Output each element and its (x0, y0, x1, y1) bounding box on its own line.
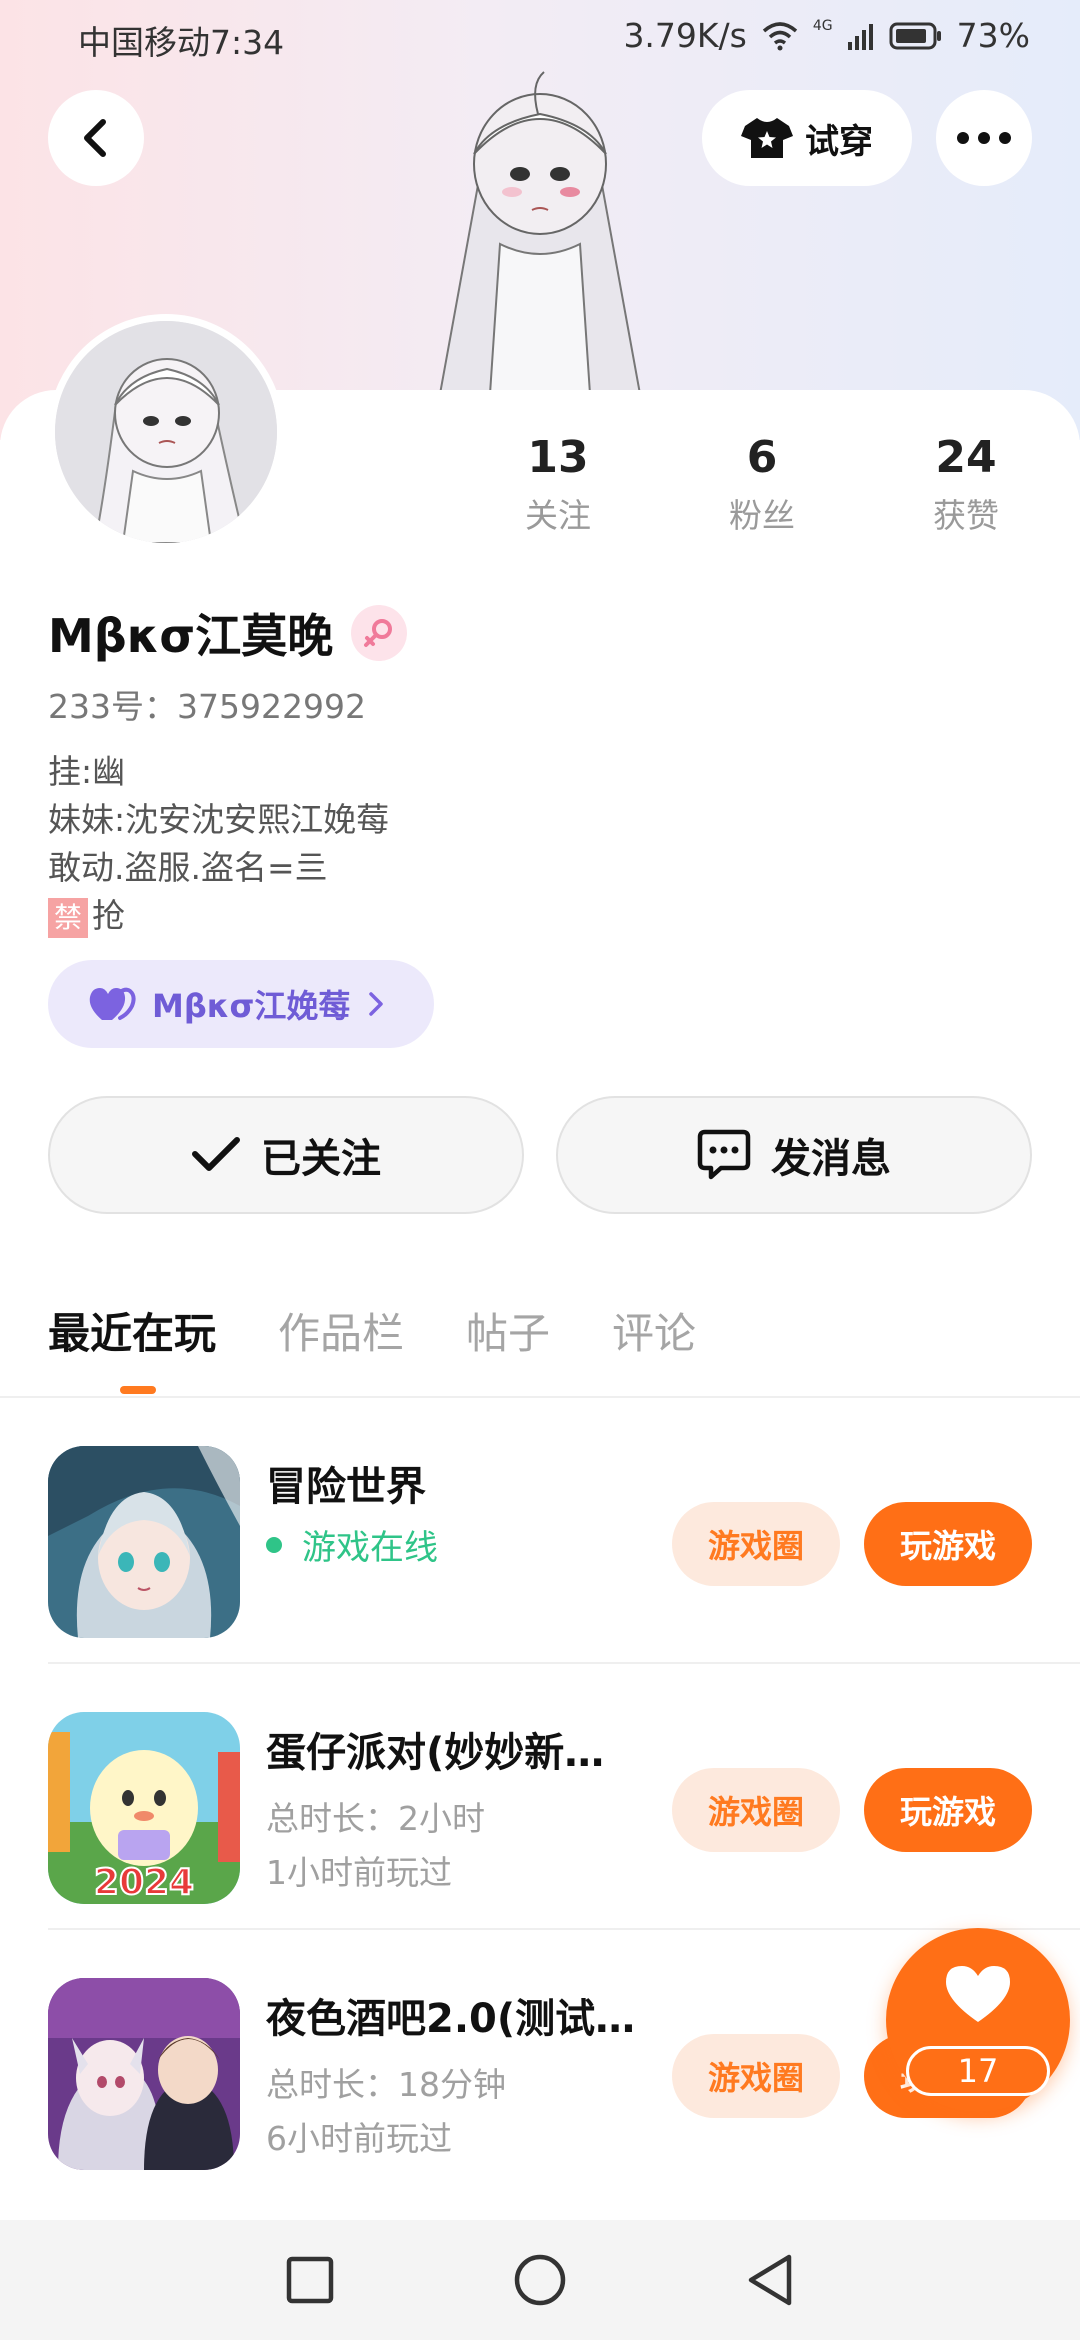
signal-icon (847, 23, 873, 50)
game-title: 冒险世界 (266, 1464, 426, 1510)
circle-icon (514, 2254, 566, 2306)
stat-followers[interactable]: 6 粉丝 (682, 432, 842, 537)
play-game-button[interactable]: 玩游戏 (864, 1502, 1032, 1586)
more-dots-icon (957, 132, 1011, 144)
bio: 挂:幽 妹妹:沈安沈安熙江娩莓 敢动.盗服.盗名=亖 禁抢 (48, 748, 389, 940)
heart-icon (946, 1966, 1010, 2022)
like-count: 17 (906, 2046, 1050, 2096)
linked-user-name: Mβκσ江娩莓 (152, 987, 351, 1025)
following-label: 关注 (525, 496, 591, 535)
network-type: 4G (812, 17, 833, 34)
status-bar-right: 3.79K/s 4G 73% (623, 16, 1030, 55)
bio-line: 禁抢 (48, 892, 389, 940)
play-duration: 总时长：18分钟 (266, 2065, 506, 2104)
system-nav-bar (0, 2220, 1080, 2340)
avatar[interactable] (48, 314, 284, 550)
online-dot-icon (266, 1536, 282, 1553)
user-id: 233号：375922992 (48, 687, 366, 726)
tab-active-indicator (120, 1386, 156, 1394)
game-title: 夜色酒吧2.0(测试… (266, 1996, 636, 2042)
linked-user-chip[interactable]: Mβκσ江娩莓 (48, 960, 434, 1048)
online-status: 游戏在线 (266, 1520, 438, 1569)
play-duration: 总时长：2小时 (266, 1799, 485, 1838)
check-icon (192, 1137, 240, 1171)
play-game-button[interactable]: 玩游戏 (864, 1768, 1032, 1852)
icon-badge-text: 2024 (94, 1862, 194, 1903)
likes-count: 24 (935, 432, 997, 483)
last-played: 6小时前玩过 (266, 2119, 452, 2158)
tshirt-icon (741, 118, 793, 158)
chevron-right-icon (369, 992, 384, 1016)
followers-count: 6 (746, 432, 778, 483)
wifi-icon (762, 21, 798, 50)
game-icon (48, 1978, 240, 2170)
status-bar: 中国移动7:34 3.79K/s 4G 73% (0, 0, 1080, 74)
game-icon: 2024 (48, 1712, 240, 1904)
followers-label: 粉丝 (729, 496, 795, 535)
carrier-time: 中国移动7:34 (78, 23, 285, 62)
username-row: Mβκσ江莫晚 (48, 600, 408, 666)
battery-icon (889, 22, 941, 49)
back-button[interactable] (48, 90, 144, 186)
chevron-left-icon (84, 119, 106, 157)
game-row[interactable]: 2024 蛋仔派对(妙妙新… 总时长：2小时 1小时前玩过 游戏圈 玩游戏 (0, 1664, 1080, 1930)
triangle-back-icon (748, 2254, 792, 2306)
game-row[interactable]: 冒险世界 游戏在线 游戏圈 玩游戏 (0, 1398, 1080, 1664)
username: Mβκσ江莫晚 (48, 609, 334, 663)
stat-likes[interactable]: 24 获赞 (886, 432, 1046, 537)
likes-label: 获赞 (933, 496, 999, 535)
game-circle-button[interactable]: 游戏圈 (672, 1768, 840, 1852)
home-button[interactable] (510, 2250, 570, 2310)
square-icon (286, 2256, 334, 2304)
tab-works[interactable]: 作品栏 (278, 1300, 404, 1360)
tab-recently-played[interactable]: 最近在玩 (48, 1300, 216, 1360)
avatar-character-icon (55, 321, 277, 543)
bio-line-text: 抢 (92, 896, 125, 935)
try-on-button[interactable]: 试穿 (702, 90, 912, 186)
message-label: 发消息 (771, 1136, 891, 1182)
tab-posts[interactable]: 帖子 (466, 1300, 550, 1360)
online-status-text: 游戏在线 (302, 1528, 438, 1568)
message-button[interactable]: 发消息 (556, 1096, 1032, 1214)
recents-button[interactable] (280, 2250, 340, 2310)
female-icon (351, 605, 408, 661)
following-count: 13 (527, 432, 589, 483)
follow-label: 已关注 (261, 1136, 381, 1182)
bio-line: 挂:幽 (48, 752, 126, 791)
bio-line: 妹妹:沈安沈安熙江娩莓 (48, 800, 390, 839)
game-circle-button[interactable]: 游戏圈 (672, 2034, 840, 2118)
battery-percent: 73% (956, 16, 1030, 55)
avatar-image (55, 321, 277, 543)
heart-pair-icon (89, 987, 136, 1020)
game-icon (48, 1446, 240, 1638)
ban-tag: 禁 (48, 897, 88, 938)
game-circle-button[interactable]: 游戏圈 (672, 1502, 840, 1586)
tab-comments[interactable]: 评论 (612, 1300, 696, 1360)
follow-button[interactable]: 已关注 (48, 1096, 524, 1214)
more-button[interactable] (936, 90, 1032, 186)
back-nav-button[interactable] (740, 2250, 800, 2310)
profile-tabs: 最近在玩 作品栏 帖子 评论 (48, 1300, 696, 1360)
network-speed: 3.79K/s (623, 16, 747, 55)
avatar-character-figure (438, 71, 642, 394)
chat-bubble-icon (697, 1129, 751, 1180)
try-on-label: 试穿 (805, 121, 873, 162)
bio-line: 敢动.盗服.盗名=亖 (48, 848, 328, 887)
stat-following[interactable]: 13 关注 (478, 432, 638, 537)
like-fab-button[interactable]: 17 (886, 1928, 1070, 2112)
game-title: 蛋仔派对(妙妙新… (266, 1730, 605, 1776)
profile-screen: 中国移动7:34 3.79K/s 4G 73% 试穿 13 关注 6 粉丝 24… (0, 0, 1080, 2340)
last-played: 1小时前玩过 (266, 1853, 452, 1892)
